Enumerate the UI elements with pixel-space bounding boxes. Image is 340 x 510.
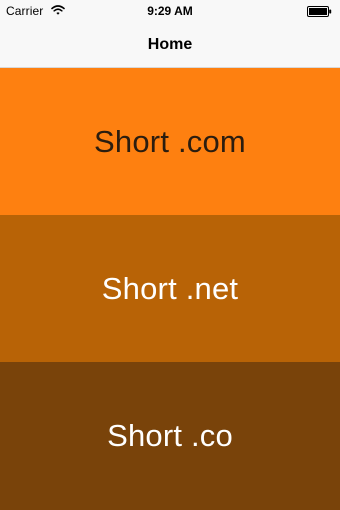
battery-icon (307, 6, 332, 17)
screen: Carrier 9:29 AM Home Short .com Short .n… (0, 0, 340, 510)
tile-short-com[interactable]: Short .com (0, 68, 340, 215)
navigation-bar: Home (0, 22, 340, 68)
status-time: 9:29 AM (147, 4, 193, 18)
tile-short-co[interactable]: Short .co (0, 362, 340, 510)
status-bar: Carrier 9:29 AM (0, 0, 340, 22)
tile-label: Short .com (94, 123, 246, 159)
page-title: Home (147, 36, 193, 53)
tile-label: Short .co (107, 418, 233, 453)
tile-label: Short .net (101, 270, 239, 306)
tile-short-net[interactable]: Short .net (0, 215, 340, 362)
